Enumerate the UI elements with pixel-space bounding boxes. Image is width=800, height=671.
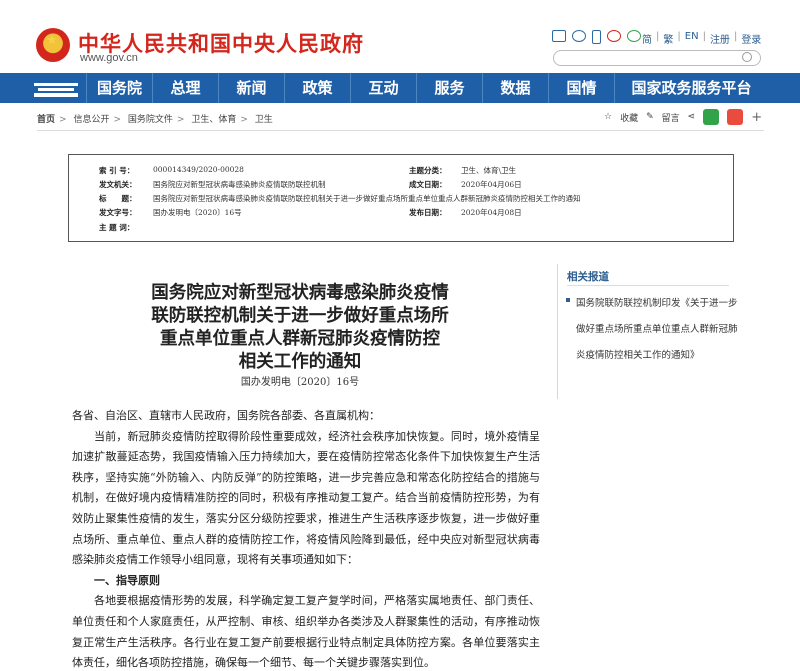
page-tools: ☆ 收藏 ✎ 留言 ⋖ + <box>604 109 762 125</box>
link-traditional[interactable]: 繁 <box>663 31 673 46</box>
related-rule <box>567 285 729 286</box>
link-simplified[interactable]: 简 <box>642 31 652 46</box>
share-icon[interactable]: ⋖ <box>688 112 696 122</box>
info-label: 发文机关： <box>99 180 137 189</box>
nav-item-policy[interactable]: 政策 <box>284 73 350 103</box>
related-title: 相关报道 <box>567 271 609 283</box>
paragraph: 各地要根据疫情形势的发展，科学确定复工复产复学时间，严格落实属地责任、部门责任、… <box>72 594 540 670</box>
emblem-star-icon: ★ <box>46 33 58 48</box>
info-value: 卫生、体育\卫生 <box>461 166 517 175</box>
info-label: 标 题： <box>99 194 137 203</box>
title-line: 联防联控机制关于进一步做好重点场所 <box>151 306 449 326</box>
tiananmen-home-icon[interactable] <box>0 73 86 103</box>
section-heading: 一、指导原则 <box>94 573 160 587</box>
wechat-icon[interactable] <box>627 30 641 42</box>
info-label: 成文日期： <box>409 180 447 189</box>
breadcrumb-state-council-docs[interactable]: 国务院文件 <box>128 115 173 125</box>
breadcrumb-divider <box>37 130 764 131</box>
nav-item-news[interactable]: 新闻 <box>218 73 284 103</box>
nav-item-national-info[interactable]: 国情 <box>548 73 614 103</box>
language-login-links: 简 | 繁 | EN | 注册 | 登录 <box>642 31 762 46</box>
breadcrumb-info-disclosure[interactable]: 信息公开 <box>73 115 109 125</box>
nav-item-state-council[interactable]: 国务院 <box>86 73 152 103</box>
weibo-share-icon[interactable] <box>727 109 744 125</box>
search-icon[interactable] <box>742 52 752 62</box>
pencil-icon[interactable]: ✎ <box>646 112 654 122</box>
nav-item-service-platform[interactable]: 国家政务服务平台 <box>614 73 768 103</box>
info-value: 国务院应对新型冠状病毒感染肺炎疫情联防联控机制 <box>153 180 326 189</box>
link-login[interactable]: 登录 <box>741 31 761 46</box>
site-url: www.gov.cn <box>80 52 138 64</box>
info-label: 发布日期： <box>409 208 447 217</box>
info-label: 主 题 词： <box>99 223 135 232</box>
nav-item-interaction[interactable]: 互动 <box>350 73 416 103</box>
breadcrumb: 首页 > 信息公开 > 国务院文件 > 卫生、体育 > 卫生 <box>37 115 273 125</box>
mail-icon[interactable] <box>552 30 566 42</box>
title-line: 相关工作的通知 <box>238 352 362 372</box>
site-header: ★ 中华人民共和国中央人民政府 www.gov.cn 简 | 繁 | EN | 注册 |… <box>0 0 800 72</box>
related-divider <box>557 264 558 399</box>
bullet-icon <box>566 298 570 302</box>
star-icon[interactable]: ☆ <box>604 112 612 122</box>
info-value: 国务院应对新型冠状病毒感染肺炎疫情联防联控机制关于进一步做好重点场所重点单位重点… <box>153 194 581 203</box>
breadcrumb-home[interactable]: 首页 <box>37 115 55 125</box>
info-label: 索 引 号： <box>99 166 135 175</box>
info-value: 2020年04月06日 <box>461 180 522 189</box>
chat-icon[interactable] <box>572 30 586 42</box>
info-label: 主题分类： <box>409 166 447 175</box>
title-line: 重点单位重点人群新冠肺炎疫情防控 <box>160 329 440 349</box>
top-share-icons <box>552 30 641 44</box>
main-nav: 国务院 总理 新闻 政策 互动 服务 数据 国情 国家政务服务平台 <box>0 73 800 103</box>
breadcrumb-health-sports[interactable]: 卫生、体育 <box>191 115 236 125</box>
favorite-button[interactable]: 收藏 <box>620 111 638 124</box>
related-link[interactable]: 国务院联防联控机制印发《关于进一步做好重点场所重点单位重点人群新冠肺炎疫情防控相… <box>576 291 744 369</box>
comment-button[interactable]: 留言 <box>662 111 680 124</box>
nav-item-premier[interactable]: 总理 <box>152 73 218 103</box>
info-value: 000014349/2020-00028 <box>153 165 244 174</box>
wechat-share-icon[interactable] <box>703 109 720 125</box>
link-register[interactable]: 注册 <box>710 31 730 46</box>
mobile-icon[interactable] <box>592 30 601 44</box>
title-line: 国务院应对新型冠状病毒感染肺炎疫情 <box>151 283 449 303</box>
salutation: 各省、自治区、直辖市人民政府，国务院各部委、各直属机构： <box>72 409 380 422</box>
document-info-table: 索 引 号： 000014349/2020-00028 主题分类： 卫生、体育\… <box>68 154 734 242</box>
document-body: 各省、自治区、直辖市人民政府，国务院各部委、各直属机构： 当前，新冠肺炎疫情防控… <box>72 406 540 671</box>
document-title: 国务院应对新型冠状病毒感染肺炎疫情 联防联控机制关于进一步做好重点场所 重点单位… <box>131 282 469 374</box>
info-label: 发文字号： <box>99 208 137 217</box>
nav-item-data[interactable]: 数据 <box>482 73 548 103</box>
nav-item-service[interactable]: 服务 <box>416 73 482 103</box>
document-number: 国办发明电〔2020〕16号 <box>240 377 360 388</box>
weibo-icon[interactable] <box>607 30 621 42</box>
info-value: 2020年04月08日 <box>461 208 522 217</box>
search-input[interactable] <box>553 50 761 66</box>
info-value: 国办发明电〔2020〕16号 <box>153 208 242 217</box>
breadcrumb-health[interactable]: 卫生 <box>255 115 273 125</box>
link-english[interactable]: EN <box>685 31 699 46</box>
paragraph: 当前，新冠肺炎疫情防控取得阶段性重要成效，经济社会秩序加快恢复。同时，境外疫情呈… <box>72 429 540 567</box>
more-share-button[interactable]: + <box>751 110 762 125</box>
